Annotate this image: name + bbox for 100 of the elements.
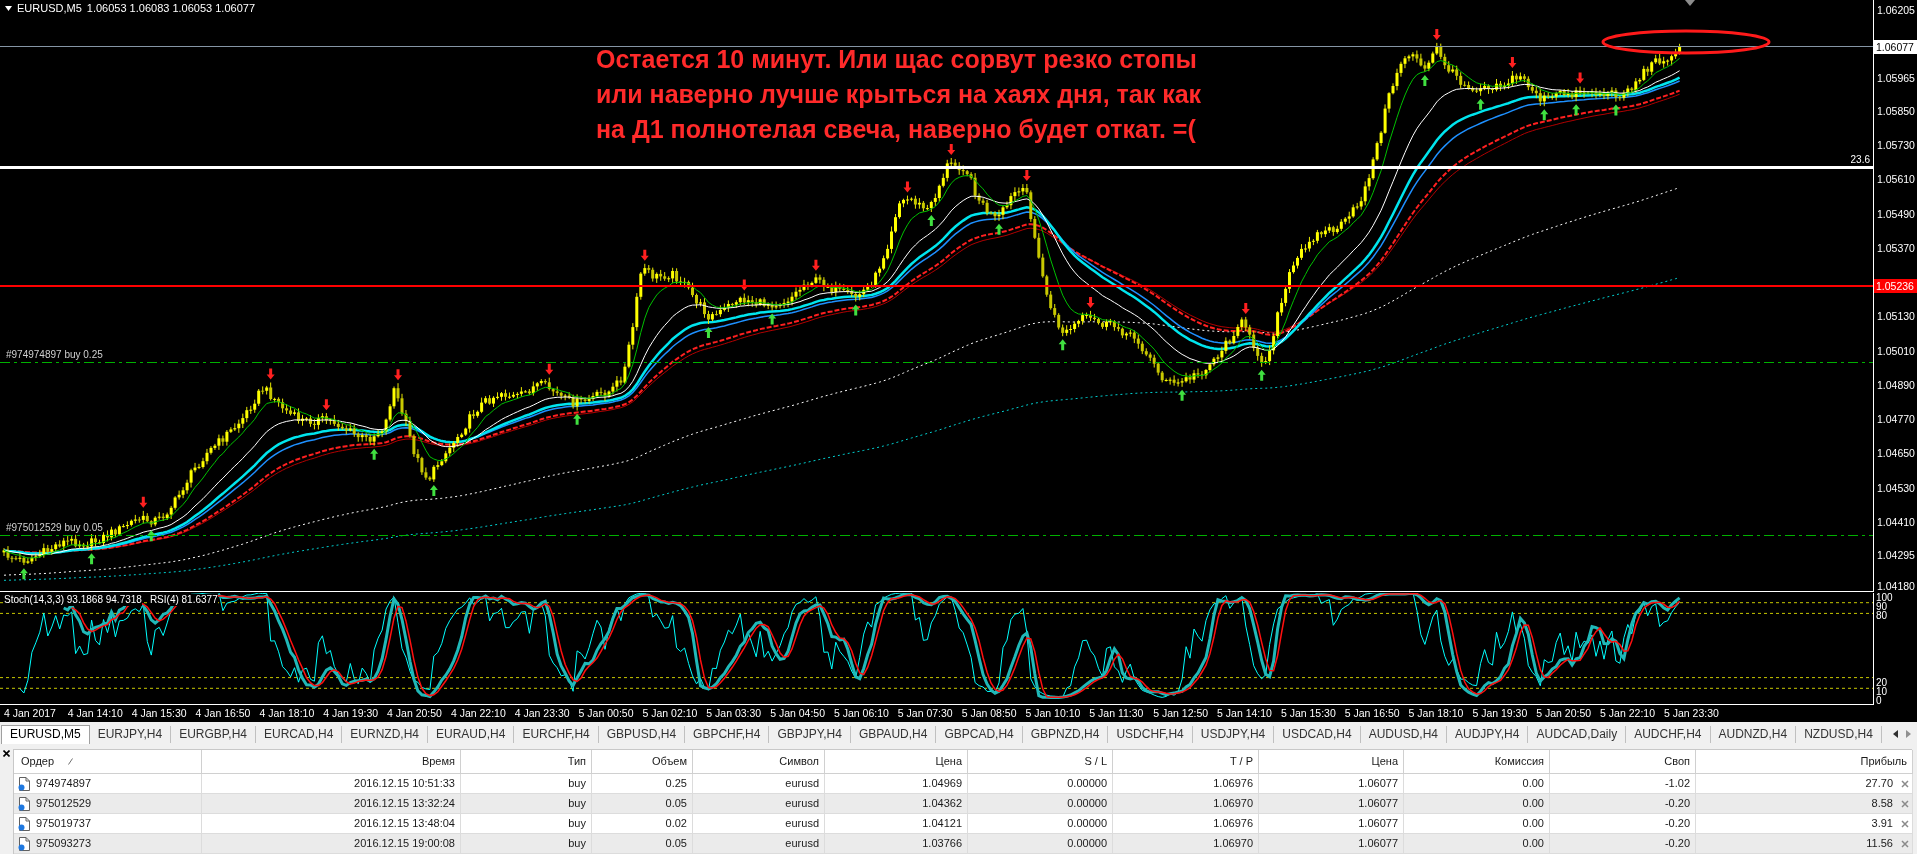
price-label: 1.05130 (1877, 310, 1915, 324)
chart-tab[interactable]: USDCHF,H4 (1108, 726, 1193, 743)
chart-shift-icon[interactable] (1685, 0, 1695, 6)
time-label: 4 Jan 14:10 (67, 706, 124, 721)
time-label: 5 Jan 23:30 (1663, 706, 1720, 721)
scroll-right-icon[interactable] (1906, 730, 1911, 738)
time-label: 4 Jan 16:50 (195, 706, 252, 721)
time-label: 5 Jan 02:10 (642, 706, 699, 721)
chart-tab[interactable]: USDCAD,H4 (1274, 726, 1361, 743)
down-arrow-icon (947, 143, 956, 155)
down-arrow-icon (1022, 170, 1031, 181)
time-label: 4 Jan 19:30 (323, 706, 380, 721)
table-row[interactable]: 975019737 2016.12.15 13:48:04 buy 0.02 eurusd 1.04121 0.00000 1.06976 1.06077 0.00 -0.20 3.91 (14, 814, 1912, 834)
time-label: 5 Jan 19:30 (1472, 706, 1529, 721)
up-arrow-icon (768, 313, 777, 325)
time-label: 5 Jan 11:30 (1089, 706, 1145, 721)
table-cell: -0.20 (1550, 834, 1696, 854)
order-document-icon (18, 836, 30, 851)
chart-symbol: EURUSD,M5 (17, 2, 82, 15)
time-label: 5 Jan 18:10 (1408, 706, 1465, 721)
chart-tab[interactable]: GBPJPY,H4 (769, 726, 851, 743)
scale-label: 10 (1876, 687, 1888, 696)
down-arrow-icon (640, 249, 649, 261)
chart-tab[interactable]: EURAUD,H4 (428, 726, 515, 743)
order-document-icon (18, 816, 30, 831)
chart-tab[interactable]: AUDJPY,H4 (1447, 726, 1529, 743)
caret-down-icon (5, 6, 12, 11)
time-label: 5 Jan 14:10 (1217, 706, 1273, 721)
table-row[interactable]: 975012529 2016.12.15 13:32:24 buy 0.05 eurusd 1.04362 0.00000 1.06970 1.06077 0.00 -0.20 8.58 (14, 794, 1912, 814)
up-arrow-icon (1476, 98, 1485, 110)
scroll-left-icon[interactable] (1893, 730, 1898, 738)
price-label: 1.05610 (1877, 173, 1915, 187)
price-label: 1.04770 (1877, 413, 1915, 427)
scale-label: 90 (1876, 602, 1888, 611)
table-row[interactable]: 974974897 2016.12.15 10:51:33 buy 0.25 eurusd 1.04969 0.00000 1.06976 1.06077 0.00 -1.02 27.70 (14, 774, 1912, 794)
up-arrow-icon (147, 530, 156, 542)
table-cell: 2016.12.15 19:00:08 (202, 834, 461, 854)
chart-tab[interactable]: NZDUSD,H4 (1796, 726, 1882, 743)
down-arrow-icon (139, 496, 148, 508)
price-label: 1.05010 (1877, 344, 1915, 358)
bid-price-label: 1.06077 (1874, 39, 1917, 54)
up-arrow-icon (1178, 389, 1187, 401)
price-label: 1.06205 (1877, 3, 1915, 17)
chart-tab[interactable]: AUDCHF,H4 (1626, 726, 1711, 743)
table-cell: 1.03766 (825, 834, 968, 854)
down-arrow-icon (322, 399, 331, 411)
down-arrow-icon (394, 369, 402, 381)
chart-tab[interactable]: USDJPY,H4 (1192, 726, 1275, 743)
price-label: 1.04180 (1877, 579, 1915, 593)
table-cell: 0.00 (1404, 834, 1550, 854)
order-number: 975093273 (36, 836, 92, 852)
up-arrow-icon (1420, 74, 1429, 86)
time-label: 4 Jan 22:10 (450, 706, 507, 721)
time-label: 5 Jan 07:30 (897, 706, 954, 721)
price-label: 1.04890 (1877, 378, 1915, 392)
chart-tab[interactable]: GBPNZD,H4 (1022, 726, 1109, 743)
chart-tab[interactable]: GBPCAD,H4 (936, 726, 1023, 743)
down-arrow-icon (545, 363, 554, 375)
chart-tab[interactable]: AUDNZD,H4 (1710, 726, 1797, 743)
price-label: 1.05965 (1877, 72, 1915, 85)
chart-tab[interactable]: GBPUSD,H4 (598, 726, 686, 743)
chart-tab[interactable]: EURJPY,H4 (89, 726, 172, 743)
up-arrow-icon (573, 413, 582, 425)
up-arrow-icon (370, 448, 379, 460)
table-cell: 1.06970 (1113, 834, 1259, 854)
order-document-icon (18, 776, 30, 791)
chart-tab[interactable]: EURCAD,H4 (256, 726, 343, 743)
time-label: 5 Jan 06:10 (833, 706, 890, 721)
time-label: 4 Jan 2017 (4, 706, 57, 721)
chart-tab[interactable]: AUDCAD,Daily (1528, 726, 1627, 743)
down-arrow-icon (1432, 28, 1441, 40)
table-cell: 0.05 (592, 834, 693, 854)
up-arrow-icon (704, 327, 713, 339)
time-label: 4 Jan 18:10 (259, 706, 316, 721)
time-label: 5 Jan 12:50 (1153, 706, 1210, 721)
annotation-text: Остается 10 минут. Или щас сорвут резко стопы или наверно лучше крыться на хаях дня, так как на Д1 полнотелая свеча, наверно будет откат. =( (596, 44, 1202, 145)
scale-label: 100 (1876, 593, 1893, 602)
time-label: 5 Jan 15:30 (1280, 706, 1337, 721)
profit-value: 8.58 (1871, 796, 1893, 812)
table-row[interactable]: 975093273 2016.12.15 19:00:08 buy 0.05 eurusd 1.03766 0.00000 1.06970 1.06077 0.00 -0.20 11.56 (14, 834, 1912, 854)
up-arrow-icon (1611, 104, 1620, 116)
price-label: 1.05490 (1877, 207, 1915, 221)
down-arrow-icon (811, 259, 820, 271)
order-label: #975012529 buy 0.05 (6, 521, 103, 534)
price-label: 1.05370 (1877, 241, 1915, 255)
profit-value: 11.56 (1866, 836, 1893, 852)
down-arrow-icon (903, 181, 912, 193)
close-icon[interactable] (3, 750, 10, 757)
up-arrow-icon (927, 215, 936, 226)
chart-tab[interactable]: EURNZD,H4 (342, 726, 428, 743)
chart-tab[interactable]: EURGBP,H4 (171, 726, 256, 743)
chart-tab[interactable]: AUDUSD,H4 (1360, 726, 1447, 743)
time-label: 5 Jan 03:30 (706, 706, 763, 721)
chart-tab[interactable]: GBPCHF,H4 (685, 726, 770, 743)
table-cell: buy (461, 834, 592, 854)
indicator-label: RSI(4) 81.6377 (149, 594, 218, 606)
chart-tab[interactable]: EURCHF,H4 (514, 726, 599, 743)
table-cell: 1.06077 (1259, 834, 1404, 854)
chart-tab[interactable]: GBPAUD,H4 (850, 726, 937, 743)
chart-tab[interactable]: EURUSD,M5 (1, 725, 90, 744)
